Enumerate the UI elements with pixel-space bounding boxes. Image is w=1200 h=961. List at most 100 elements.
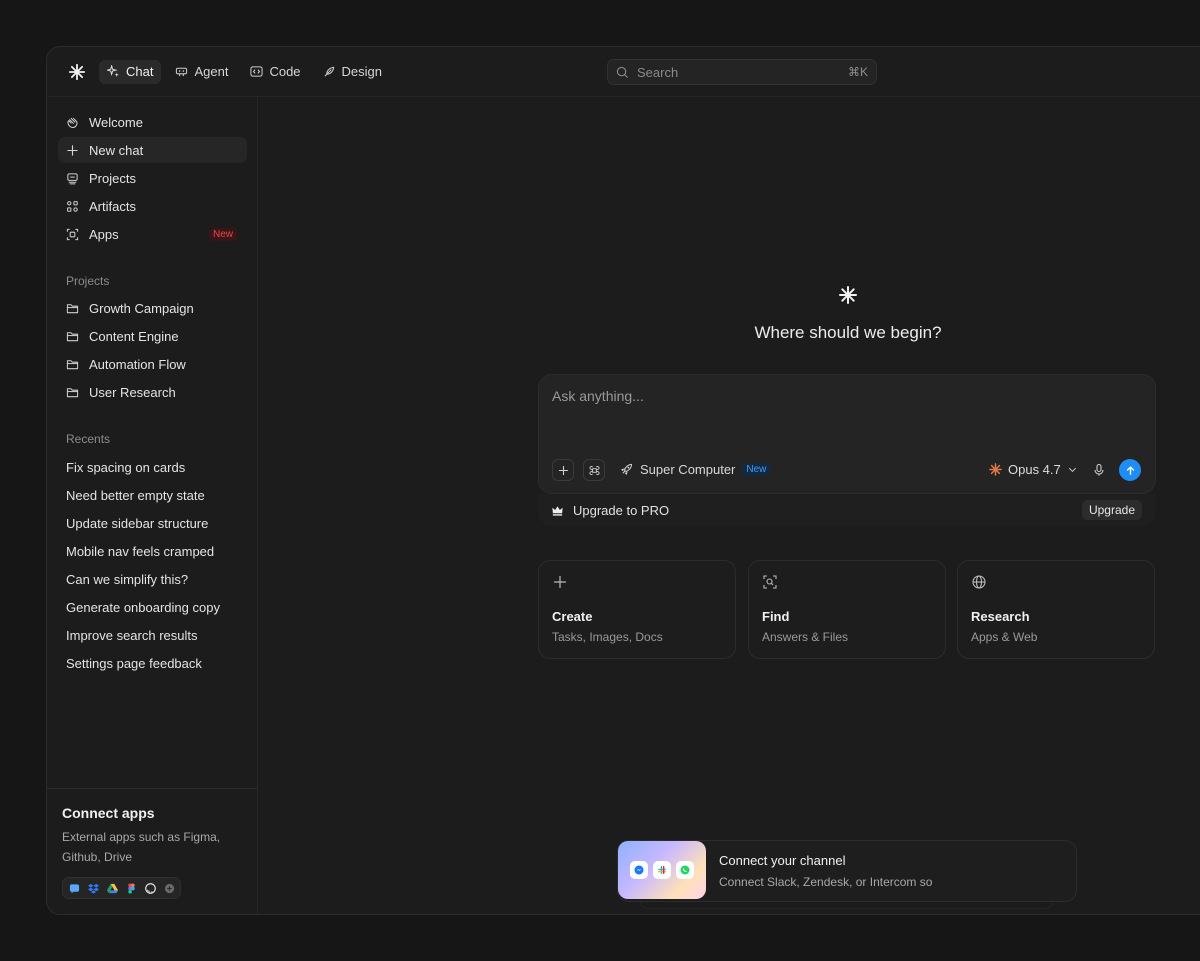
robot-icon [176, 67, 188, 77]
hand-wave-icon [67, 117, 78, 128]
recent-item[interactable]: Generate onboarding copy [58, 594, 247, 620]
plus-icon [67, 144, 78, 156]
attach-button[interactable] [552, 459, 574, 481]
github-icon[interactable] [141, 878, 159, 898]
card-title: Research [971, 609, 1030, 624]
model-selector[interactable]: Opus 4.7 [989, 462, 1078, 477]
send-button[interactable] [1119, 459, 1141, 481]
recent-item[interactable]: Mobile nav feels cramped [58, 538, 247, 564]
crown-icon [552, 505, 563, 516]
card-title: Create [552, 609, 593, 624]
tab-agent[interactable]: Agent [167, 60, 236, 84]
recent-item[interactable]: Need better empty state [58, 482, 247, 508]
sidebar-item-projects[interactable]: Projects [58, 165, 247, 191]
logo-asterisk-icon[interactable] [67, 62, 87, 82]
sparkles-icon [107, 65, 120, 78]
projects-heading: Projects [66, 274, 110, 288]
claude-burst-icon [989, 463, 1002, 476]
super-computer-toggle[interactable]: Super Computer New [620, 462, 771, 477]
recent-item[interactable]: Fix spacing on cards [58, 454, 247, 480]
super-computer-label: Super Computer [640, 462, 736, 477]
rocket-icon [621, 463, 633, 475]
card-subtitle: Answers & Files [762, 630, 849, 644]
card-subtitle: Apps & Web [971, 630, 1038, 644]
search-input[interactable] [637, 64, 840, 80]
tab-design-label: Design [341, 64, 382, 79]
microphone-icon[interactable] [1092, 463, 1106, 477]
command-icon [588, 465, 600, 475]
new-badge: New [742, 463, 771, 476]
dropbox-icon[interactable] [84, 878, 102, 898]
connect-channel-notification[interactable]: Connect your channel Connect Slack, Zend… [617, 840, 1077, 902]
google-drive-icon[interactable] [103, 878, 121, 898]
sidebar-item-apps[interactable]: Apps New [58, 221, 247, 247]
recent-item[interactable]: Can we simplify this? [58, 566, 247, 592]
project-label: Content Engine [89, 328, 179, 344]
sidebar-item-label: New chat [89, 142, 144, 158]
feather-icon [324, 66, 334, 77]
prompt-input[interactable] [552, 388, 1112, 404]
channel-apps-thumbnail [618, 841, 706, 899]
scan-search-icon [763, 575, 777, 589]
project-item[interactable]: Growth Campaign [58, 295, 247, 321]
top-bar: Chat Agent Code Design ⌘K [47, 47, 1200, 97]
recent-item[interactable]: Settings page feedback [58, 650, 247, 676]
action-card-research[interactable]: Research Apps & Web [957, 560, 1155, 659]
sidebar-item-welcome[interactable]: Welcome [58, 109, 247, 135]
chevron-down-icon [1068, 467, 1076, 473]
connected-apps-strip[interactable] [62, 877, 181, 899]
sidebar-item-label: Projects [89, 170, 136, 186]
upgrade-label: Upgrade to PRO [573, 502, 670, 518]
sidebar: Welcome New chat Projects Artifacts Apps… [47, 97, 258, 914]
search-shortcut: ⌘K [847, 65, 868, 79]
project-label: Growth Campaign [89, 300, 194, 316]
recent-item[interactable]: Improve search results [58, 622, 247, 648]
tab-design[interactable]: Design [315, 60, 390, 84]
upgrade-banner: Upgrade to PRO Upgrade [538, 494, 1156, 526]
slack-icon [653, 861, 671, 879]
code-icon [250, 66, 264, 77]
search-icon [616, 66, 629, 78]
sidebar-item-new-chat[interactable]: New chat [58, 137, 247, 163]
connect-apps-description: External apps such as Figma, Github, Dri… [62, 830, 221, 864]
project-item[interactable]: User Research [58, 379, 247, 405]
card-title: Find [762, 609, 790, 624]
arrow-up-icon [1126, 465, 1134, 475]
sidebar-item-label: Apps [89, 226, 119, 242]
chat-composer: Super Computer New Opus 4.7 [538, 374, 1156, 494]
notification-text: Connect Slack, Zendesk, or Intercom so [719, 875, 933, 889]
page-title: Where should we begin? [754, 323, 942, 342]
tab-code[interactable]: Code [242, 60, 308, 84]
upgrade-button[interactable]: Upgrade [1081, 500, 1142, 520]
connect-apps-panel: Connect apps External apps such as Figma… [47, 788, 257, 914]
project-label: Automation Flow [89, 356, 186, 372]
recent-item[interactable]: Update sidebar structure [58, 510, 247, 536]
messages-icon[interactable] [65, 878, 83, 898]
messenger-icon [630, 861, 648, 879]
tab-code-label: Code [269, 64, 301, 79]
tab-chat-label: Chat [126, 64, 154, 79]
figma-icon[interactable] [122, 878, 140, 898]
action-card-create[interactable]: Create Tasks, Images, Docs [538, 560, 736, 659]
apps-icon [66, 228, 79, 240]
sidebar-item-label: Artifacts [89, 198, 136, 214]
plus-icon [558, 465, 568, 475]
model-label: Opus 4.7 [1008, 462, 1061, 477]
action-card-find[interactable]: Find Answers & Files [748, 560, 946, 659]
more-icon[interactable] [160, 878, 178, 898]
search-bar[interactable]: ⌘K [607, 59, 877, 85]
folder-icon [66, 387, 79, 397]
folder-icon [66, 359, 79, 369]
plus-icon [553, 575, 567, 589]
whatsapp-icon [676, 861, 694, 879]
project-item[interactable]: Automation Flow [58, 351, 247, 377]
tab-chat[interactable]: Chat [99, 59, 162, 84]
connect-apps-title: Connect apps [62, 805, 155, 821]
project-item[interactable]: Content Engine [58, 323, 247, 349]
stack-icon [67, 172, 78, 184]
app-window: Chat Agent Code Design ⌘K Welcome New ch… [46, 46, 1200, 915]
sidebar-item-label: Welcome [89, 114, 143, 130]
tools-button[interactable] [583, 459, 605, 481]
sidebar-item-artifacts[interactable]: Artifacts [58, 193, 247, 219]
new-badge: New [208, 227, 237, 241]
